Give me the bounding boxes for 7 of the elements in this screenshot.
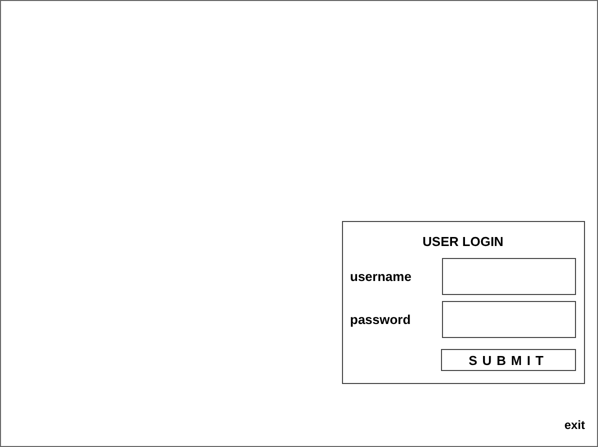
login-title: USER LOGIN xyxy=(422,234,504,249)
submit-button[interactable]: SUBMIT xyxy=(441,349,576,371)
input-field[interactable] xyxy=(442,301,576,338)
field-label: password xyxy=(350,312,411,327)
input-field[interactable] xyxy=(442,258,576,295)
field-label: username xyxy=(350,269,412,284)
exit-link[interactable]: exit xyxy=(564,418,585,432)
